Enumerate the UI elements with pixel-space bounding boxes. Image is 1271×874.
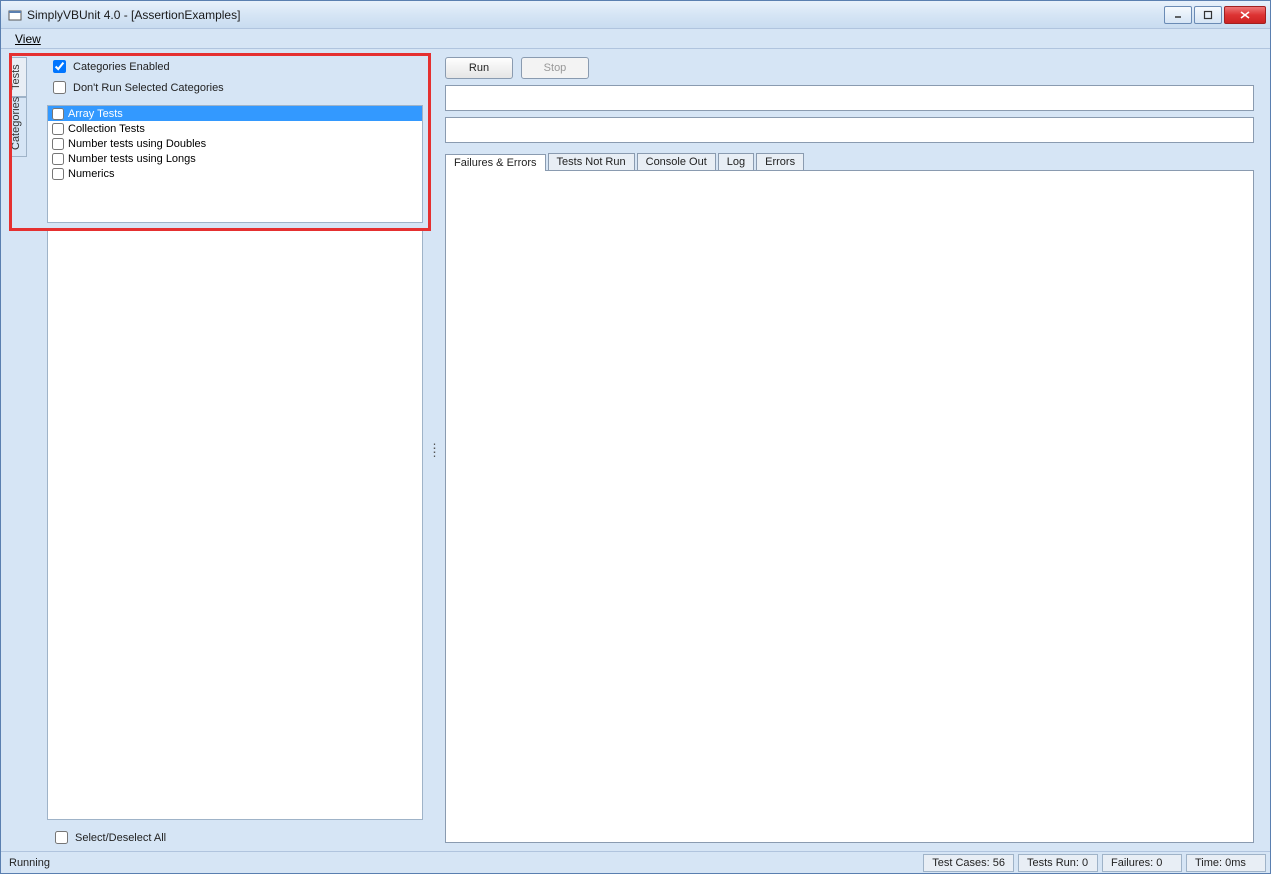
tree-area[interactable]	[47, 229, 423, 820]
minimize-button[interactable]	[1164, 6, 1192, 24]
left-panel: Tests Categories Categories Enabled Don'…	[7, 51, 427, 849]
category-item[interactable]: Numerics	[48, 166, 422, 181]
status-tests-run: Tests Run: 0	[1018, 854, 1098, 872]
status-test-cases: Test Cases: 56	[923, 854, 1014, 872]
progress-bar-1	[445, 85, 1254, 111]
left-inner: Categories Enabled Don't Run Selected Ca…	[27, 51, 427, 849]
window-title: SimplyVBUnit 4.0 - [AssertionExamples]	[27, 8, 1164, 22]
category-item-checkbox[interactable]	[52, 168, 64, 180]
category-item[interactable]: Number tests using Longs	[48, 151, 422, 166]
category-item-label: Number tests using Longs	[68, 153, 196, 165]
category-item-label: Collection Tests	[68, 123, 145, 135]
category-item[interactable]: Number tests using Doubles	[48, 136, 422, 151]
categories-enabled-row[interactable]: Categories Enabled	[49, 57, 419, 76]
select-all-row[interactable]: Select/Deselect All	[51, 828, 423, 847]
sidetab-categories[interactable]: Categories	[9, 97, 27, 157]
splitter-grip-icon: ⋮⋮	[429, 446, 440, 454]
stop-button[interactable]: Stop	[521, 57, 589, 79]
run-button[interactable]: Run	[445, 57, 513, 79]
categories-enabled-checkbox[interactable]	[53, 60, 66, 73]
category-item-label: Numerics	[68, 168, 114, 180]
status-left: Running	[5, 857, 919, 869]
app-icon	[7, 7, 23, 23]
result-output[interactable]	[445, 170, 1254, 843]
category-item-label: Array Tests	[68, 108, 123, 120]
menubar: View	[1, 29, 1270, 49]
category-item-checkbox[interactable]	[52, 153, 64, 165]
category-item-checkbox[interactable]	[52, 108, 64, 120]
result-tabs: Failures & Errors Tests Not Run Console …	[445, 153, 1254, 170]
category-options: Categories Enabled Don't Run Selected Ca…	[27, 51, 427, 103]
category-item[interactable]: Collection Tests	[48, 121, 422, 136]
side-tabs: Tests Categories	[9, 57, 27, 157]
dont-run-label: Don't Run Selected Categories	[73, 82, 224, 94]
sidetab-tests[interactable]: Tests	[9, 57, 27, 97]
category-list[interactable]: Array Tests Collection Tests Number tests …	[47, 105, 423, 223]
app-window: SimplyVBUnit 4.0 - [AssertionExamples] V…	[0, 0, 1271, 874]
split-pane: Tests Categories Categories Enabled Don'…	[7, 51, 1264, 849]
content-area: Tests Categories Categories Enabled Don'…	[1, 49, 1270, 851]
category-item-checkbox[interactable]	[52, 123, 64, 135]
status-failures: Failures: 0	[1102, 854, 1182, 872]
right-panel: Run Stop Failures & Errors Tests Not Run…	[441, 51, 1264, 849]
splitter[interactable]: ⋮⋮	[427, 51, 441, 849]
dont-run-checkbox[interactable]	[53, 81, 66, 94]
tab-errors[interactable]: Errors	[756, 153, 804, 170]
category-item-checkbox[interactable]	[52, 138, 64, 150]
tab-failures-errors[interactable]: Failures & Errors	[445, 154, 546, 171]
maximize-button[interactable]	[1194, 6, 1222, 24]
close-button[interactable]	[1224, 6, 1266, 24]
titlebar: SimplyVBUnit 4.0 - [AssertionExamples]	[1, 1, 1270, 29]
tab-tests-not-run[interactable]: Tests Not Run	[548, 153, 635, 170]
category-item-label: Number tests using Doubles	[68, 138, 206, 150]
menu-view[interactable]: View	[9, 30, 47, 48]
dont-run-row[interactable]: Don't Run Selected Categories	[49, 78, 419, 97]
window-buttons	[1164, 6, 1266, 24]
tab-log[interactable]: Log	[718, 153, 754, 170]
status-time: Time: 0ms	[1186, 854, 1266, 872]
select-all-checkbox[interactable]	[55, 831, 68, 844]
run-controls: Run Stop	[441, 57, 1258, 79]
tab-console-out[interactable]: Console Out	[637, 153, 716, 170]
categories-enabled-label: Categories Enabled	[73, 61, 170, 73]
category-item[interactable]: Array Tests	[48, 106, 422, 121]
progress-bar-2	[445, 117, 1254, 143]
statusbar: Running Test Cases: 56 Tests Run: 0 Fail…	[1, 851, 1270, 873]
select-all-label: Select/Deselect All	[75, 832, 166, 844]
